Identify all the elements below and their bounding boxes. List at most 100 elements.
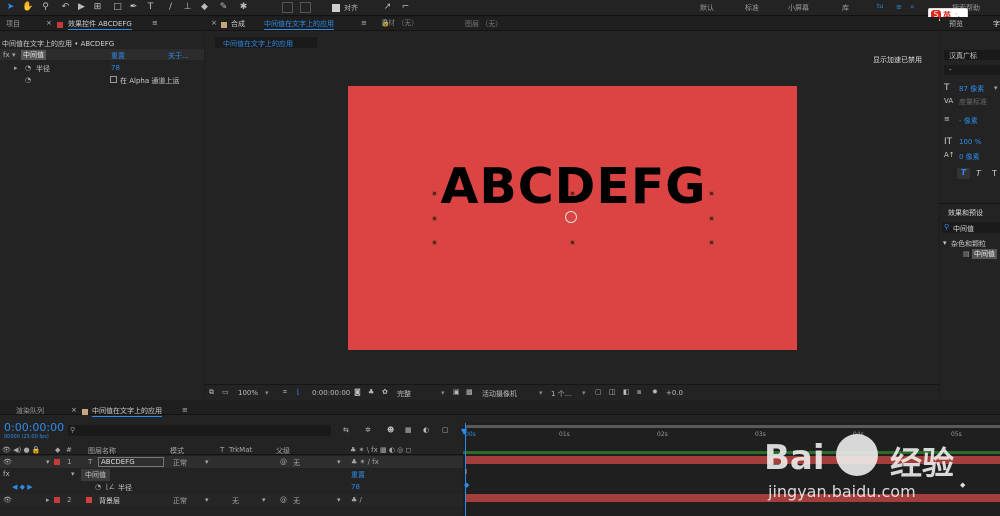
font-size-chevron-icon[interactable]: ▾ <box>994 84 998 92</box>
tab-character[interactable]: 字 <box>993 19 1000 29</box>
comp-breadcrumb[interactable]: 中间值在文字上的应用 <box>215 37 317 48</box>
alpha-checkbox[interactable] <box>110 76 117 83</box>
hand-tool-icon[interactable]: ✋ <box>22 2 33 13</box>
layer-switches-icon[interactable]: ♣ / <box>351 496 362 504</box>
playhead-icon[interactable]: ▼ <box>461 427 467 436</box>
snap-edge-icon[interactable]: ⌐ <box>400 2 411 13</box>
font-family-select[interactable]: 汉真广标 <box>944 50 1000 60</box>
camera-tool-icon[interactable]: ▶ <box>76 2 87 13</box>
transform-handle[interactable] <box>709 191 714 196</box>
workspace-default[interactable]: 默认 <box>700 3 714 13</box>
always-preview-icon[interactable]: ⧉ <box>209 388 214 397</box>
transform-handle[interactable] <box>432 240 437 245</box>
snap-checkbox[interactable] <box>332 4 340 12</box>
motion-blur-icon[interactable]: ◐ <box>423 426 429 434</box>
transparency-grid-icon[interactable]: ▩ <box>466 388 473 396</box>
close-comp-tab-icon[interactable]: × <box>211 19 217 27</box>
close-timeline-tab-icon[interactable]: × <box>71 406 77 414</box>
transform-handle[interactable] <box>432 191 437 196</box>
views-select[interactable]: 1 个... <box>551 389 571 399</box>
reset-link[interactable]: 重置 <box>111 51 125 61</box>
layer-expand-icon[interactable]: ▸ <box>46 496 50 504</box>
mode-chevron-icon[interactable]: ▾ <box>205 496 209 504</box>
views-chevron-icon[interactable]: ▾ <box>582 389 586 397</box>
expand-triangle-icon[interactable]: ▾ <box>12 51 16 59</box>
pan-behind-tool-icon[interactable]: ⊞ <box>92 2 103 13</box>
parent-chevron-icon[interactable]: ▾ <box>337 458 341 466</box>
timeline-effect-row[interactable]: fx ▾ 中间值 重置 <box>0 469 463 481</box>
timeline-stopwatch-icon[interactable]: ◔ <box>95 483 101 491</box>
mask-toggle-icon[interactable]: ⌊ <box>297 388 300 396</box>
tab-effects-presets[interactable]: 效果和预设 <box>948 208 983 218</box>
resolution-select[interactable]: 完整 <box>397 389 411 399</box>
viewer-timecode[interactable]: 0:00:00:00 <box>312 389 350 397</box>
exposure-reset-icon[interactable]: ✹ <box>652 388 658 396</box>
font-style-select[interactable]: - <box>944 65 1000 75</box>
camera-chevron-icon[interactable]: ▾ <box>539 389 543 397</box>
resolution-chevron-icon[interactable]: ▾ <box>441 389 445 397</box>
workspace-standard[interactable]: 标准 <box>745 3 759 13</box>
tab-comp-prefix[interactable]: 合成 <box>231 19 245 29</box>
composition-canvas[interactable]: ABCDEFG <box>348 86 797 350</box>
draft-3d-icon[interactable]: ✲ <box>365 426 371 434</box>
trkmat-chevron-icon[interactable]: ▾ <box>262 496 266 504</box>
monitor-icon[interactable]: ▭ <box>222 388 229 396</box>
layer-switches-icon[interactable]: ♣ ✶ / fx <box>351 458 379 466</box>
comp-mini-flowchart-icon[interactable]: ⇆ <box>343 426 349 434</box>
font-size-value[interactable]: 87 像素 <box>959 84 984 94</box>
layer-expand-icon[interactable]: ▾ <box>46 458 50 466</box>
rotate-tool-icon[interactable]: ↶ <box>60 2 71 13</box>
tab-preview[interactable]: 预览 <box>949 19 963 29</box>
layer-label-swatch[interactable] <box>54 458 60 466</box>
tab-effect-controls[interactable]: 效果控件 ABCDEFG <box>68 19 132 30</box>
effect-expand-icon[interactable]: ▾ <box>71 470 75 478</box>
channel-icon[interactable]: ✿ <box>382 388 388 396</box>
show-snapshot-icon[interactable]: ♣ <box>368 388 374 396</box>
radius-expand-icon[interactable]: ▸ <box>14 64 18 72</box>
layer-mode-select[interactable]: 正常 <box>173 458 187 468</box>
column-layer-name[interactable]: 图层名称 <box>88 446 116 456</box>
layer-label-swatch[interactable] <box>54 496 60 504</box>
effect-result-item[interactable]: 中间值 <box>972 249 997 259</box>
effect-row[interactable]: fx ▾ 中间值 重置 关于... <box>0 49 204 60</box>
vertical-scale-value[interactable]: 100 % <box>959 138 981 146</box>
snapshot-icon[interactable]: ◙ <box>354 388 361 396</box>
comp-panel-menu-icon[interactable]: ≡ <box>361 19 367 27</box>
puppet-tool-icon[interactable]: ✱ <box>238 2 249 13</box>
close-tab-icon[interactable]: × <box>46 19 52 27</box>
transform-handle[interactable] <box>709 240 714 245</box>
timeline-icon[interactable]: ◧ <box>623 388 630 396</box>
expression-icon[interactable]: ⌊∠ <box>106 483 115 491</box>
camera-select[interactable]: 活动摄像机 <box>482 389 517 399</box>
parent-select[interactable]: 无 <box>293 458 300 468</box>
brush-tool-icon[interactable]: / <box>165 2 176 13</box>
workspace-menu-icon[interactable]: ≡ <box>896 3 902 11</box>
flowchart-icon[interactable]: ⧈ <box>637 388 641 397</box>
eraser-tool-icon[interactable]: ◆ <box>199 2 210 13</box>
transform-handle[interactable] <box>570 191 575 196</box>
tab-composition[interactable]: 中间值在文字上的应用 <box>264 19 334 30</box>
faux-bold-button[interactable]: T <box>957 168 970 179</box>
visibility-icon[interactable]: 👁 <box>3 458 12 466</box>
stroke-width-value[interactable]: - 像素 <box>959 116 978 126</box>
clone-stamp-tool-icon[interactable]: ⊥ <box>182 2 193 13</box>
stopwatch2-icon[interactable]: ◔ <box>25 76 31 84</box>
layer-name[interactable]: ABCDEFG <box>98 457 164 467</box>
selection-tool-icon[interactable]: ➤ <box>5 2 16 13</box>
fx-toggle-icon[interactable]: fx <box>3 51 10 59</box>
parent-pickwhip-icon[interactable]: @ <box>280 496 287 504</box>
exposure-value[interactable]: +0.0 <box>666 389 683 397</box>
stopwatch-icon[interactable]: ◔ <box>25 64 31 72</box>
workspace-small-screen[interactable]: 小屏幕 <box>788 3 809 13</box>
graph-editor-icon[interactable]: ▢ <box>442 426 449 434</box>
transform-handle[interactable] <box>709 216 714 221</box>
frame-blending-icon[interactable]: ▦ <box>405 426 412 434</box>
parent-select[interactable]: 无 <box>293 496 300 506</box>
roi-icon[interactable]: ▣ <box>453 388 460 396</box>
transform-handle[interactable] <box>570 240 575 245</box>
timeline-reset-link[interactable]: 重置 <box>351 470 365 480</box>
trkmat-select[interactable]: 无 <box>232 496 239 506</box>
region-icon[interactable]: ⌗ <box>283 388 287 397</box>
timeline-layer-row[interactable]: 👁 ▾ 1 T ABCDEFG 正常 ▾ @ 无 ▾ ♣ ✶ / fx <box>0 456 463 468</box>
rectangle-tool-icon[interactable]: □ <box>112 2 123 13</box>
